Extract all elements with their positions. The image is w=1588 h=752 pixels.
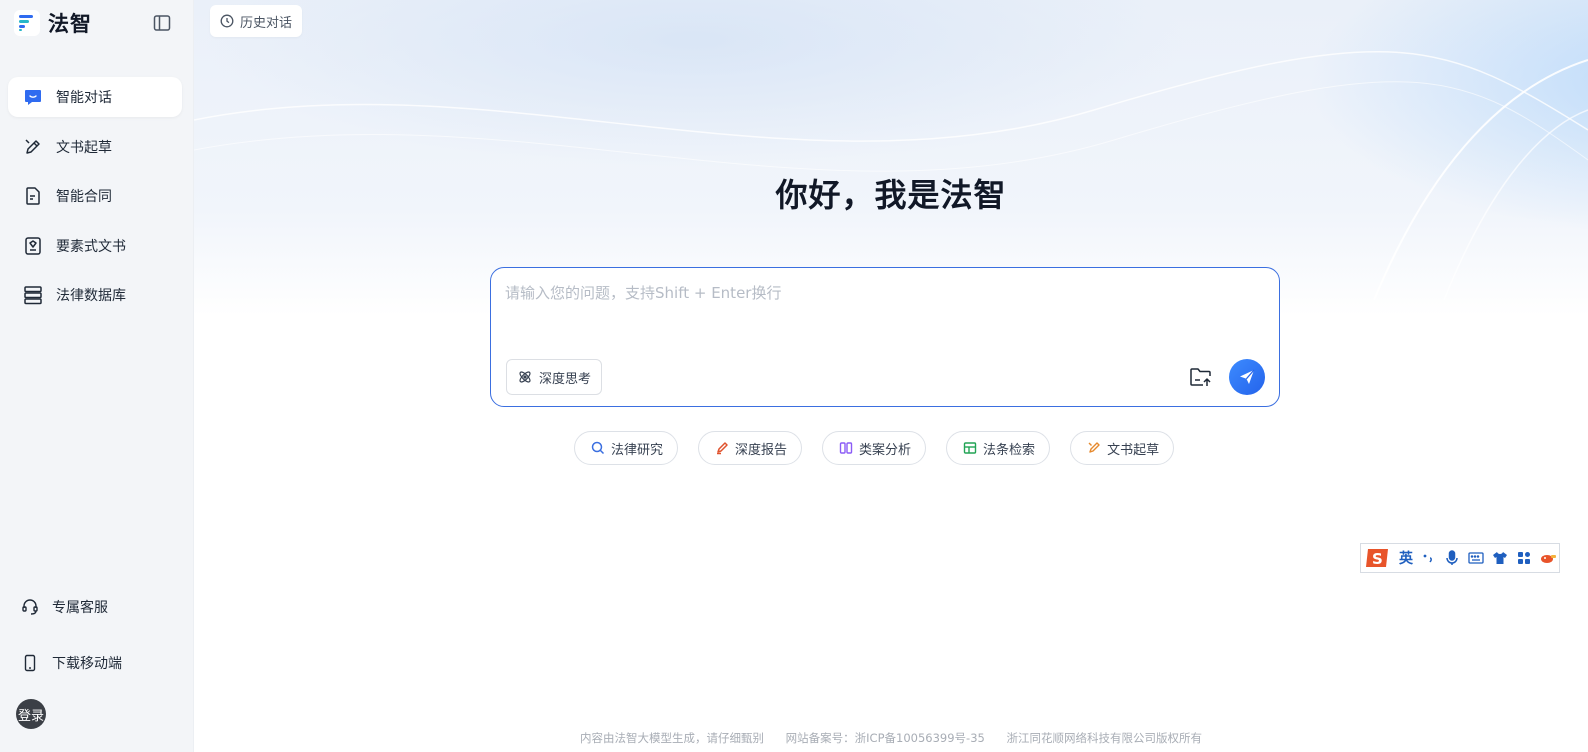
download-mobile-label: 下载移动端: [52, 656, 122, 672]
send-button[interactable]: [1229, 359, 1265, 395]
atom-icon: [519, 371, 531, 383]
sidebar-item-chat[interactable]: 智能对话: [8, 77, 182, 117]
footer: 内容由法智大模型生成，请仔细甄别 网站备案号：浙ICP备10056399号-35…: [194, 730, 1588, 746]
keyboard-icon[interactable]: [1467, 549, 1485, 567]
sidebar-item-label: 要素式文书: [56, 238, 126, 255]
clock-icon: [220, 14, 234, 28]
sidebar-item-database[interactable]: 法律数据库: [8, 275, 182, 315]
download-mobile-link[interactable]: 下载移动端: [20, 653, 122, 673]
sidebar-item-label: 法律数据库: [56, 288, 126, 304]
main-area: 历史对话 你好，我是法智 深度思考: [194, 0, 1588, 752]
skin-shirt-icon[interactable]: [1491, 549, 1509, 567]
sidebar-nav: 智能对话 文书起草 智能合同 要素式文书 法律数据库: [8, 77, 182, 325]
page-title: 你好，我是法智: [775, 176, 1007, 214]
chat-icon: [22, 86, 44, 108]
chip-document-draft[interactable]: 文书起草: [1070, 431, 1175, 465]
sidebar-item-draft[interactable]: 文书起草: [8, 127, 182, 167]
pen-icon: [1088, 442, 1100, 453]
send-icon: [1240, 369, 1255, 384]
chip-label: 文书起草: [1107, 442, 1160, 458]
svg-text:S: S: [1372, 550, 1383, 568]
case-icon: [839, 442, 853, 454]
toolbox-grid-icon[interactable]: [1515, 549, 1533, 567]
upload-folder-icon[interactable]: [1188, 364, 1214, 390]
background-waves: [194, 50, 1588, 300]
chip-label: 法条检索: [983, 442, 1036, 458]
chip-case-analysis[interactable]: 类案分析: [822, 431, 927, 465]
question-input[interactable]: [505, 282, 1265, 332]
history-button[interactable]: 历史对话: [210, 5, 303, 37]
chip-label: 类案分析: [859, 442, 912, 458]
element-doc-icon: [22, 235, 44, 257]
history-label: 历史对话: [240, 15, 293, 31]
ime-toolbar[interactable]: S 英: [1360, 543, 1560, 573]
deep-think-label: 深度思考: [539, 371, 592, 387]
footer-icp[interactable]: 网站备案号：浙ICP备10056399号-35: [786, 731, 985, 745]
sogou-logo-icon: S: [1363, 544, 1393, 572]
quick-action-chips: 法律研究 深度报告 类案分析 法条检索 文书起草: [574, 431, 1175, 465]
sidebar: 法智 智能对话 文书起草 智能合同 要素式文书 法律数据库 专属客服 下载移动端…: [0, 0, 194, 752]
contract-icon: [22, 185, 44, 207]
sidebar-item-contract[interactable]: 智能合同: [8, 176, 182, 216]
customer-service-label: 专属客服: [52, 600, 108, 616]
sidebar-item-label: 智能对话: [56, 90, 112, 106]
database-icon: [22, 284, 44, 306]
customer-service-link[interactable]: 专属客服: [20, 597, 108, 617]
sidebar-item-label: 文书起草: [56, 139, 112, 156]
footer-copyright: 浙江同花顺网络科技有限公司版权所有: [1006, 731, 1202, 745]
pen-icon: [22, 136, 44, 158]
mascot-icon[interactable]: [1539, 549, 1557, 567]
chip-legal-research[interactable]: 法律研究: [574, 431, 679, 465]
microphone-icon[interactable]: [1443, 549, 1461, 567]
sidebar-item-label: 智能合同: [56, 189, 112, 205]
app-root: 法智 智能对话 文书起草 智能合同 要素式文书 法律数据库 专属客服 下载移动端…: [0, 0, 1588, 752]
logo-icon: [14, 10, 40, 36]
chat-input-box: 深度思考: [490, 267, 1280, 407]
headset-icon: [20, 597, 40, 617]
table-icon: [963, 442, 977, 454]
search-icon: [591, 441, 605, 455]
logo-row: 法智: [14, 8, 183, 38]
chip-label: 深度报告: [735, 442, 788, 458]
phone-icon: [20, 653, 40, 673]
punctuation-icon[interactable]: [1419, 549, 1437, 567]
report-icon: [717, 442, 728, 455]
deep-think-toggle[interactable]: 深度思考: [506, 359, 603, 395]
chip-statute-search[interactable]: 法条检索: [946, 431, 1051, 465]
chip-label: 法律研究: [611, 442, 664, 458]
footer-disclaimer: 内容由法智大模型生成，请仔细甄别: [580, 731, 764, 745]
login-button[interactable]: 登录: [16, 699, 46, 729]
logo-text: 法智: [48, 12, 92, 36]
chip-deep-report[interactable]: 深度报告: [698, 431, 803, 465]
ime-mode[interactable]: 英: [1399, 548, 1413, 568]
sidebar-item-element-doc[interactable]: 要素式文书: [8, 226, 182, 266]
sidebar-toggle-icon[interactable]: [151, 12, 173, 34]
